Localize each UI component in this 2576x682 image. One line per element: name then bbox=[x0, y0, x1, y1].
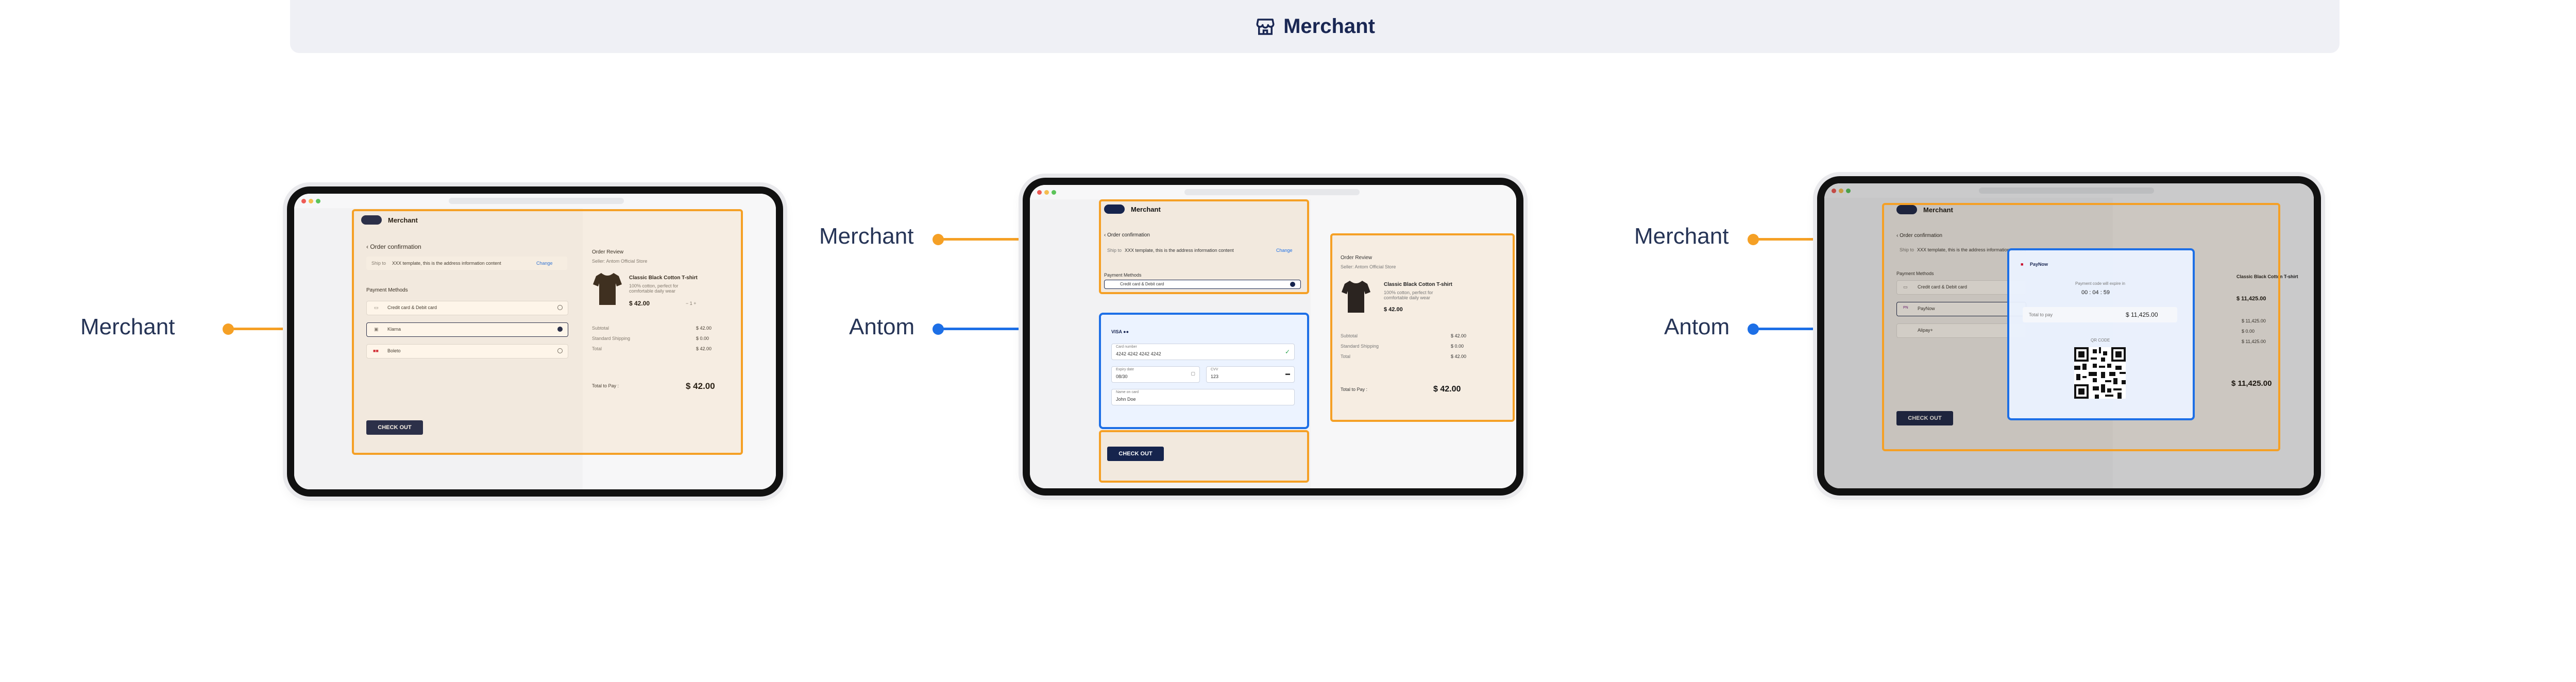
product-desc: 100% cotton, perfect for comfortable dai… bbox=[1384, 290, 1433, 300]
product-price: $ 42.00 bbox=[1384, 306, 1403, 313]
window-bar bbox=[294, 194, 776, 208]
amount-value: $ 11,425.00 bbox=[2126, 311, 2158, 318]
expiry-field[interactable]: Expiry date 08/30 ▢ bbox=[1111, 366, 1200, 383]
method-label: Credit card & Debit card bbox=[1120, 282, 1164, 286]
payment-methods-label: Payment Methods bbox=[1104, 272, 1142, 278]
merchant-logo bbox=[1104, 204, 1125, 214]
callout-antom-3: Antom bbox=[1664, 314, 1730, 339]
card-brand-icons: VISA ●● bbox=[1111, 329, 1129, 334]
field-value: 08/30 bbox=[1116, 374, 1128, 379]
calendar-icon: ▢ bbox=[1191, 371, 1195, 376]
order-review-title: Order Review bbox=[1341, 255, 1372, 261]
summary-label: Subtotal bbox=[1341, 333, 1358, 338]
url-bar bbox=[1184, 189, 1360, 195]
callout-antom-2: Antom bbox=[849, 314, 915, 339]
card-back-icon: ▬ bbox=[1285, 371, 1290, 376]
cvv-field[interactable]: CVV 123 ▬ bbox=[1206, 366, 1295, 383]
banner-title: Merchant bbox=[1283, 15, 1375, 38]
device-frame-3: Merchant ‹ Order confirmation Ship to XX… bbox=[1817, 176, 2321, 496]
callout-merchant-3: Merchant bbox=[1634, 224, 1729, 249]
device-frame-1: Merchant ‹ Order confirmation Ship to XX… bbox=[287, 186, 783, 497]
merchant-highlight bbox=[352, 209, 743, 455]
device-frame-2: Merchant ‹ Order confirmation Ship to XX… bbox=[1023, 178, 1523, 496]
field-label: CVV bbox=[1211, 368, 1218, 371]
countdown-label: Payment code will expire in bbox=[2075, 281, 2125, 286]
ship-text: XXX template, this is the address inform… bbox=[1125, 248, 1234, 253]
field-label: Expiry date bbox=[1116, 368, 1134, 371]
back-link[interactable]: ‹ Order confirmation bbox=[1104, 232, 1150, 238]
field-value: John Doe bbox=[1116, 397, 1136, 402]
popup-brand: PayNow bbox=[2030, 262, 2048, 267]
method-card-selected[interactable]: Credit card & Debit card bbox=[1104, 280, 1301, 289]
amount-row: Total to pay $ 11,425.00 bbox=[2023, 307, 2177, 322]
product-name: Classic Black Cotton T-shirt bbox=[1384, 282, 1452, 287]
summary-value: $ 42.00 bbox=[1451, 333, 1467, 338]
callout-merchant-2: Merchant bbox=[819, 224, 914, 249]
merchant-highlight-review: Order Review Seller: Antom Official Stor… bbox=[1330, 233, 1515, 422]
merchant-banner: Merchant bbox=[290, 0, 2340, 53]
countdown: 00 : 04 : 59 bbox=[2081, 289, 2110, 296]
field-label: Card number bbox=[1116, 345, 1137, 349]
qr-code-icon bbox=[2074, 347, 2126, 399]
field-label: Name on card bbox=[1116, 390, 1139, 394]
change-link[interactable]: Change bbox=[1276, 248, 1293, 253]
ship-label: Ship to bbox=[1107, 248, 1122, 253]
antom-card-form: VISA ●● Card number 4242 4242 4242 4242 … bbox=[1099, 313, 1309, 429]
field-value: 4242 4242 4242 4242 bbox=[1116, 351, 1161, 356]
seller-text: Seller: Antom Official Store bbox=[1341, 264, 1396, 269]
antom-paynow-popup: ■ PayNow Payment code will expire in 00 … bbox=[2007, 248, 2195, 420]
amount-label: Total to pay bbox=[2029, 312, 2053, 317]
card-number-field[interactable]: Card number 4242 4242 4242 4242 ✓ bbox=[1111, 344, 1295, 360]
total-value: $ 42.00 bbox=[1433, 385, 1461, 394]
total-label: Total to Pay : bbox=[1341, 387, 1368, 392]
summary-value: $ 42.00 bbox=[1451, 354, 1467, 359]
app-title: Merchant bbox=[1131, 206, 1161, 213]
summary-value: $ 0.00 bbox=[1451, 344, 1464, 349]
check-icon: ✓ bbox=[1284, 348, 1290, 355]
callout-merchant-1: Merchant bbox=[80, 314, 175, 339]
checkout-button[interactable]: CHECK OUT bbox=[1107, 447, 1164, 461]
summary-label: Total bbox=[1341, 354, 1351, 359]
store-icon bbox=[1256, 18, 1275, 35]
paynow-logo: ■ bbox=[2021, 262, 2024, 267]
qr-label: QR CODE bbox=[2091, 338, 2110, 343]
summary-label: Standard Shipping bbox=[1341, 344, 1379, 349]
name-field[interactable]: Name on card John Doe bbox=[1111, 389, 1295, 405]
field-value: 123 bbox=[1211, 374, 1219, 379]
url-bar bbox=[449, 198, 624, 204]
tshirt-image bbox=[1342, 281, 1370, 313]
